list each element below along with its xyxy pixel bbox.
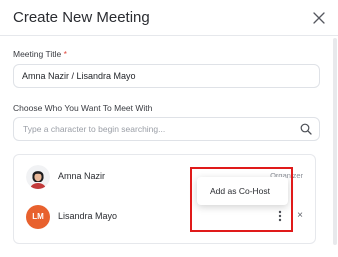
- avatar: LM: [26, 205, 50, 229]
- required-mark: *: [63, 49, 67, 59]
- create-meeting-modal: Create New Meeting Meeting Title * Amna …: [0, 0, 338, 257]
- meeting-title-input[interactable]: Amna Nazir / Lisandra Mayo: [13, 64, 320, 88]
- participant-name: Lisandra Mayo: [58, 211, 118, 221]
- modal-title: Create New Meeting: [13, 9, 150, 26]
- remove-participant-button[interactable]: ×: [297, 209, 303, 223]
- modal-header: Create New Meeting: [0, 0, 338, 36]
- annotation-highlight-box: [190, 167, 293, 232]
- participants-search-label: Choose Who You Want To Meet With: [13, 103, 153, 113]
- participant-search-input[interactable]: Type a character to begin searching...: [13, 117, 320, 141]
- close-icon: [313, 12, 325, 24]
- search-icon: [300, 123, 312, 135]
- meeting-title-label: Meeting Title *: [13, 49, 67, 59]
- avatar: [26, 165, 50, 189]
- scrollbar[interactable]: [333, 38, 337, 245]
- search-placeholder: Type a character to begin searching...: [23, 124, 166, 134]
- participant-name: Amna Nazir: [58, 171, 106, 181]
- close-button[interactable]: [312, 11, 326, 25]
- avatar-photo-icon: [26, 165, 50, 189]
